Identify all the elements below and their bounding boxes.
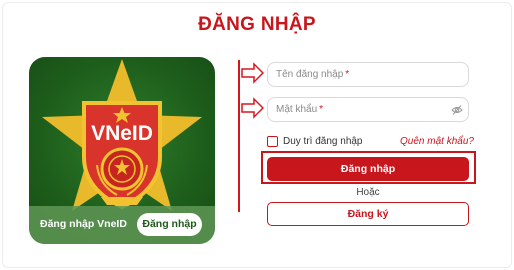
vneid-login-label: Đăng nhập VneID [40, 218, 127, 230]
vneid-card-footer: Đăng nhập VneID Đăng nhập [29, 206, 215, 244]
remember-checkbox[interactable] [267, 136, 278, 147]
vneid-login-button[interactable]: Đăng nhập [137, 213, 202, 236]
page-title: ĐĂNG NHẬP [198, 14, 316, 35]
arrow-right-icon [241, 97, 264, 119]
password-placeholder: Mật khẩu [276, 104, 318, 115]
or-separator: Hoặc [356, 187, 380, 198]
forgot-password-link[interactable]: Quên mật khẩu? [400, 136, 474, 147]
username-input[interactable]: Tên đăng nhập * [267, 62, 469, 87]
remember-me-row[interactable]: Duy trì đăng nhập [267, 135, 363, 148]
vneid-logo-text: VNeID [91, 122, 153, 145]
register-button[interactable]: Đăng ký [267, 202, 469, 226]
username-placeholder: Tên đăng nhập [276, 69, 344, 80]
password-input[interactable]: Mật khẩu * [267, 97, 469, 122]
required-mark: * [319, 104, 324, 115]
eye-off-icon[interactable] [451, 104, 463, 116]
vneid-card[interactable]: VNeID Đăng nhập VneID Đăng nhập [29, 57, 215, 244]
login-button[interactable]: Đăng nhập [267, 157, 469, 181]
annotation-arrows [238, 60, 264, 212]
arrow-right-icon [241, 62, 264, 84]
remember-label: Duy trì đăng nhập [283, 136, 363, 147]
required-mark: * [345, 69, 350, 80]
